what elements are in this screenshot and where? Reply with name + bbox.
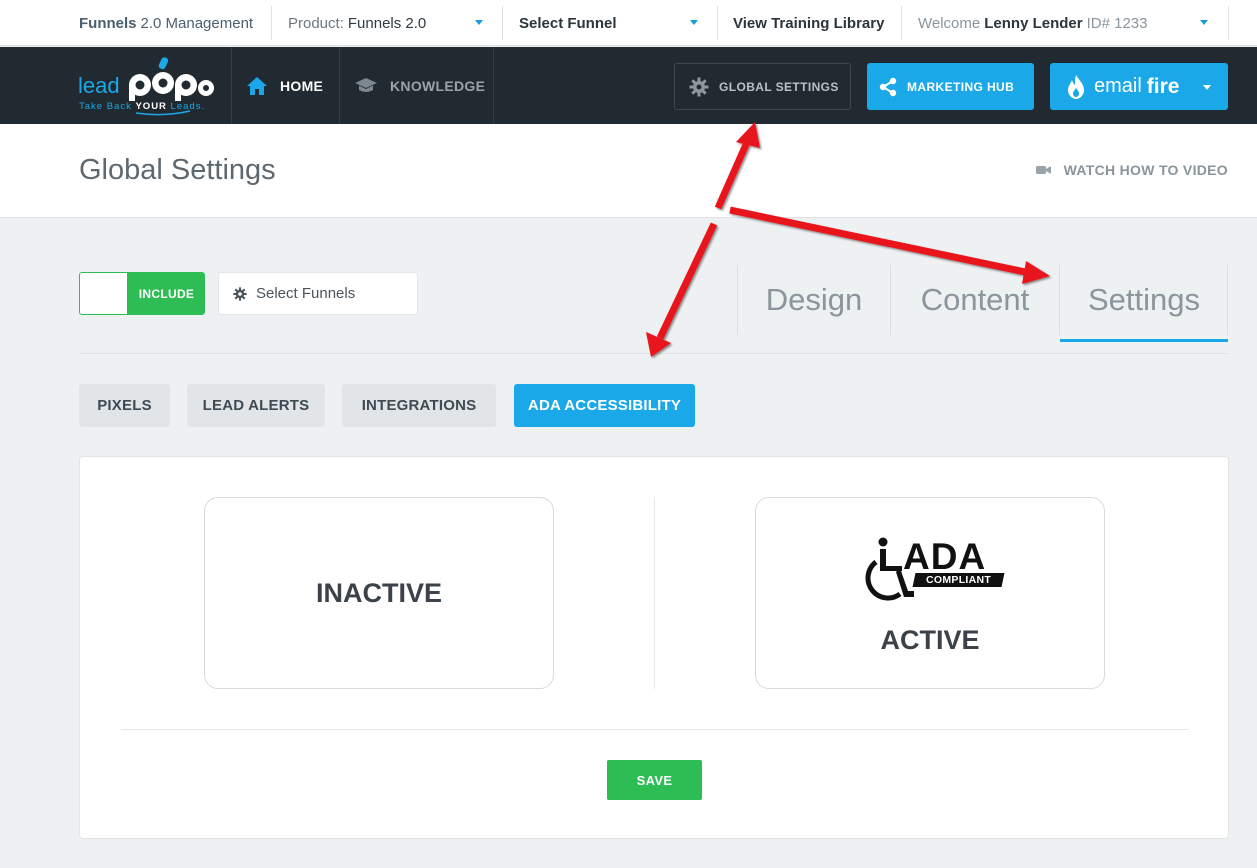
select-funnels-label: Select Funnels	[256, 285, 356, 302]
user-name: Lenny Lender	[984, 14, 1083, 32]
ada-badge-sub: COMPLIANT	[912, 573, 1005, 587]
subtab-lead-alerts[interactable]: LEAD ALERTS	[187, 384, 325, 427]
subtab-ada-label: ADA ACCESSIBILITY	[527, 397, 682, 414]
leadpops-logo-icon: lead Take Back YOUR Leads.	[78, 57, 214, 116]
topbar-divider	[271, 6, 272, 40]
subtab-ada-accessibility[interactable]: ADA ACCESSIBILITY	[514, 384, 695, 427]
tab-content-label: Content	[920, 282, 1030, 317]
graduation-cap-icon	[355, 77, 377, 92]
email-fire-label-b: fire	[1146, 74, 1180, 98]
main-nav: lead Take Back YOUR Leads. HOME KNOWLEDG…	[0, 47, 1257, 124]
tab-settings-label: Settings	[1087, 282, 1200, 317]
product-prefix: Product:	[288, 14, 344, 32]
management-suffix: 2.0 Management	[140, 14, 254, 32]
user-menu[interactable]: Welcome Lenny Lender ID# 1233	[918, 0, 1218, 46]
nav-knowledge-label: KNOWLEDGE	[390, 77, 486, 94]
flame-icon	[1068, 74, 1084, 99]
topbar-divider	[502, 6, 503, 40]
subtab-pixels[interactable]: PIXELS	[79, 384, 170, 427]
select-funnels-button[interactable]: Select Funnels	[218, 272, 418, 315]
include-toggle[interactable]: INCLUDE	[79, 272, 205, 315]
subtab-integrations[interactable]: INTEGRATIONS	[342, 384, 496, 427]
email-fire-caret-icon	[1203, 85, 1211, 90]
user-id: ID# 1233	[1086, 14, 1148, 32]
ada-inactive-option[interactable]: INACTIVE	[204, 497, 554, 689]
ada-compliant-badge: ADA COMPLIANT	[856, 536, 1006, 610]
home-icon	[247, 76, 267, 95]
product-dropdown[interactable]: Product: Funnels 2.0	[288, 0, 496, 46]
watch-video-link[interactable]: WATCH HOW TO VIDEO	[1035, 162, 1228, 178]
nav-home[interactable]: HOME	[246, 47, 323, 124]
management-prefix: Funnels	[79, 14, 137, 32]
topbar-divider	[1228, 6, 1229, 40]
tab-design[interactable]: Design	[738, 265, 890, 335]
nav-divider	[339, 47, 340, 124]
video-camera-icon	[1035, 166, 1051, 174]
user-menu-caret-icon	[1200, 20, 1208, 25]
card-divider	[121, 729, 1189, 730]
email-fire-button[interactable]: email fire	[1050, 63, 1228, 110]
global-settings-label: GLOBAL SETTINGS	[719, 79, 839, 94]
training-library-label: View Training Library	[733, 14, 885, 32]
subtab-lead-alerts-label: LEAD ALERTS	[202, 397, 310, 414]
select-funnel-caret-icon	[690, 20, 698, 25]
subtab-pixels-label: PIXELS	[97, 397, 152, 414]
topbar-divider	[901, 6, 902, 40]
include-toggle-label: INCLUDE	[127, 273, 204, 314]
management-title: Funnels 2.0 Management	[79, 0, 253, 46]
select-funnel-dropdown[interactable]: Select Funnel	[519, 0, 709, 46]
product-value: Funnels 2.0	[347, 14, 427, 32]
page-header: Global Settings WATCH HOW TO VIDEO	[0, 124, 1257, 218]
ada-badge-sub-text: COMPLIANT	[925, 574, 992, 586]
tab-content[interactable]: Content	[891, 265, 1059, 335]
save-button[interactable]: SAVE	[607, 760, 702, 800]
marketing-hub-label: MARKETING HUB	[907, 79, 1015, 94]
product-caret-icon	[475, 20, 483, 25]
active-tab-indicator	[1060, 339, 1228, 342]
topbar-divider	[717, 6, 718, 40]
ada-badge-title: ADA	[903, 536, 987, 577]
email-fire-label-a: email	[1094, 75, 1142, 97]
nav-home-label: HOME	[280, 77, 324, 94]
gear-icon	[233, 286, 247, 301]
tab-design-label: Design	[765, 282, 863, 317]
welcome-prefix: Welcome	[918, 14, 981, 32]
nav-divider	[231, 47, 232, 124]
leadpops-logo[interactable]: lead Take Back YOUR Leads.	[78, 55, 218, 117]
arrow-to-ada-tab	[656, 222, 718, 340]
tab-divider	[1227, 265, 1228, 335]
share-icon	[879, 77, 897, 96]
nav-knowledge[interactable]: KNOWLEDGE	[354, 47, 485, 124]
svg-text:Take Back YOUR Leads.: Take Back YOUR Leads.	[79, 101, 205, 112]
tab-settings[interactable]: Settings	[1060, 265, 1228, 335]
page-title: Global Settings	[79, 154, 276, 186]
marketing-hub-button[interactable]: MARKETING HUB	[867, 63, 1034, 110]
watch-video-label: WATCH HOW TO VIDEO	[1063, 162, 1228, 178]
ada-inactive-label: INACTIVE	[315, 578, 442, 608]
nav-divider	[493, 47, 494, 124]
gear-icon	[689, 77, 709, 96]
section-divider	[79, 353, 1228, 354]
global-settings-button[interactable]: GLOBAL SETTINGS	[674, 63, 851, 110]
arrow-to-settings-tab	[729, 206, 1031, 277]
ada-active-label: ACTIVE	[880, 625, 980, 655]
svg-text:lead: lead	[78, 73, 120, 98]
select-funnel-label: Select Funnel	[519, 14, 617, 32]
training-library-link[interactable]: View Training Library	[733, 0, 884, 46]
option-divider	[654, 497, 655, 689]
subtab-integrations-label: INTEGRATIONS	[361, 397, 477, 414]
ada-settings-card: INACTIVE ADA COMPLIANT ACTIVE SAVE	[79, 456, 1229, 839]
top-bar: Funnels 2.0 Management Product: Funnels …	[0, 0, 1257, 46]
ada-active-option[interactable]: ADA COMPLIANT ACTIVE	[755, 497, 1105, 689]
save-button-label: SAVE	[636, 772, 673, 788]
